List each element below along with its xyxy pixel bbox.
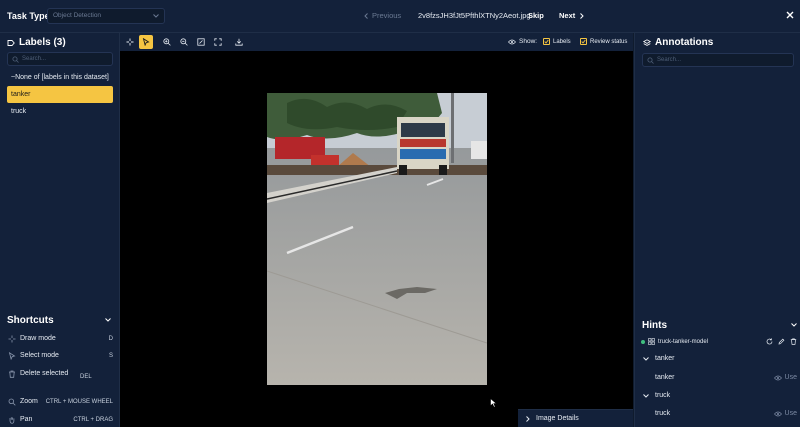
shortcut-select-mode: Select mode S xyxy=(7,351,113,361)
next-label: Next xyxy=(559,11,576,20)
labels-header: Labels (3) xyxy=(7,37,66,48)
hints-title: Hints xyxy=(642,320,667,331)
image-canvas[interactable] xyxy=(120,51,633,427)
zoom-out-icon xyxy=(180,38,188,46)
use-hint-button[interactable]: Use xyxy=(773,410,797,417)
labels-title: Labels (3) xyxy=(19,37,66,48)
zoom-in-button[interactable] xyxy=(160,35,174,49)
road-photo xyxy=(267,93,487,385)
skip-button[interactable]: Skip xyxy=(528,11,544,20)
task-type-value: Object Detection xyxy=(53,12,102,19)
mouse-cursor-icon xyxy=(490,398,497,408)
label-item-none[interactable]: ~None of [labels in this dataset] xyxy=(7,69,113,86)
hint-group-tanker[interactable]: tanker xyxy=(643,355,674,362)
eye-icon xyxy=(773,411,782,416)
image-filename: 2v8fzsJH3fJt5PfthlXTNy2Aeot.jpg xyxy=(418,11,531,20)
annotations-title: Annotations xyxy=(655,37,714,48)
shortcuts-title: Shortcuts xyxy=(7,315,54,326)
label-item-truck[interactable]: truck xyxy=(7,103,113,120)
layers-icon xyxy=(643,38,651,46)
hint-item-truck: truck Use xyxy=(655,410,797,417)
chevron-down-icon[interactable] xyxy=(105,318,111,322)
previous-label: Previous xyxy=(372,11,402,20)
chevron-right-icon xyxy=(580,12,584,19)
shortcut-delete-selected: Delete selected DEL xyxy=(7,369,113,380)
next-button[interactable]: Next xyxy=(559,11,584,20)
search-icon xyxy=(12,56,19,63)
right-sidebar: Annotations Search... Hints truck-tanker… xyxy=(634,33,800,427)
search-icon xyxy=(8,398,16,406)
hint-item-tanker: tanker Use xyxy=(655,374,797,381)
checkbox-checked-icon xyxy=(543,38,550,45)
cursor-icon xyxy=(142,38,150,46)
shortcut-pan: Pan CTRL + DRAG xyxy=(7,415,113,425)
zoom-out-button[interactable] xyxy=(177,35,191,49)
download-button[interactable] xyxy=(232,35,246,49)
fullscreen-icon xyxy=(214,38,222,46)
model-name: truck-tanker-model xyxy=(658,338,709,345)
close-icon[interactable] xyxy=(786,11,794,19)
eye-icon xyxy=(508,39,516,44)
refresh-icon[interactable] xyxy=(766,338,773,345)
chevron-down-icon xyxy=(643,393,649,398)
chevron-left-icon xyxy=(364,12,368,19)
trash-icon[interactable] xyxy=(790,338,797,345)
left-sidebar: Labels (3) Search... ~None of [labels in… xyxy=(0,33,120,427)
label-item-tanker[interactable]: tanker xyxy=(7,86,113,103)
annotations-search-placeholder: Search... xyxy=(657,57,682,63)
eye-icon xyxy=(773,375,782,380)
hand-icon xyxy=(9,417,15,424)
top-bar: Task Type Object Detection Previous 2v8f… xyxy=(0,0,800,33)
fit-to-screen-button[interactable] xyxy=(194,35,208,49)
crosshair-icon xyxy=(126,38,134,46)
fullscreen-button[interactable] xyxy=(211,35,225,49)
use-hint-button[interactable]: Use xyxy=(773,374,797,381)
task-type-select[interactable]: Object Detection xyxy=(47,8,165,24)
zoom-in-icon xyxy=(163,38,171,46)
shortcut-draw-mode: Draw mode D xyxy=(7,334,113,344)
fit-screen-icon xyxy=(197,38,205,46)
labels-search-input[interactable]: Search... xyxy=(7,52,113,66)
tag-icon xyxy=(7,39,15,46)
canvas-toolbar: Show: Labels Review status xyxy=(120,33,633,51)
model-icon xyxy=(648,338,655,345)
chevron-right-icon xyxy=(526,415,530,422)
task-type-label: Task Type xyxy=(7,11,50,21)
review-status-checkbox[interactable]: Review status xyxy=(580,38,627,45)
annotations-header: Annotations xyxy=(643,37,713,48)
labels-search-placeholder: Search... xyxy=(22,56,47,62)
previous-button[interactable]: Previous xyxy=(364,11,401,20)
image-details-toggle[interactable]: Image Details xyxy=(518,409,633,427)
draw-tool-button[interactable] xyxy=(123,35,137,49)
hint-model-row: truck-tanker-model xyxy=(641,338,797,345)
cursor-icon xyxy=(8,352,16,360)
chevron-down-icon xyxy=(153,14,159,18)
show-options-label: Show: xyxy=(508,38,537,45)
download-icon xyxy=(235,38,243,46)
edit-icon[interactable] xyxy=(778,338,785,345)
trash-icon xyxy=(9,370,15,378)
checkbox-checked-icon xyxy=(580,38,587,45)
shortcut-zoom: Zoom CTRL + MOUSE WHEEL xyxy=(7,397,113,407)
annotations-search-input[interactable]: Search... xyxy=(642,53,794,67)
search-icon xyxy=(647,57,654,64)
select-tool-button[interactable] xyxy=(139,35,153,49)
image-details-label: Image Details xyxy=(536,415,579,422)
chevron-down-icon xyxy=(643,356,649,361)
chevron-down-icon[interactable] xyxy=(791,323,797,327)
hint-group-truck[interactable]: truck xyxy=(643,392,670,399)
crosshair-icon xyxy=(8,335,16,343)
labels-checkbox[interactable]: Labels xyxy=(543,38,571,45)
model-status-dot xyxy=(641,339,645,344)
